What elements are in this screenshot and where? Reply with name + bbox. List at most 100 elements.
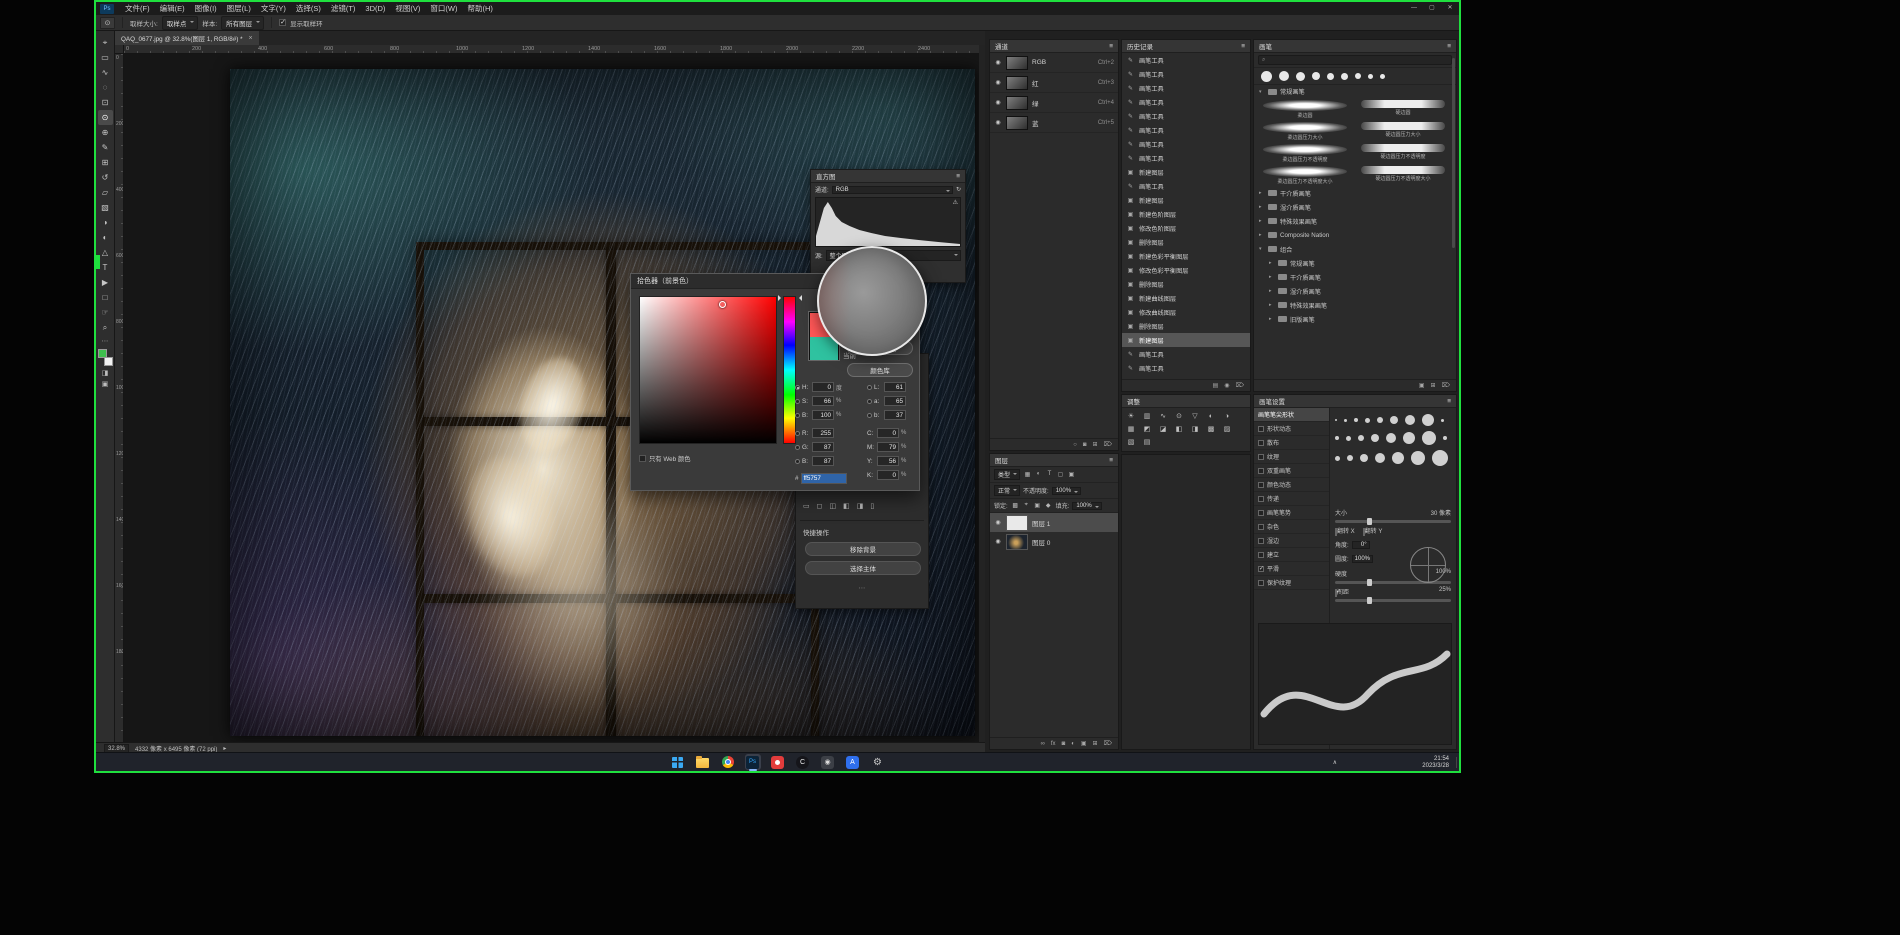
layers-footer-icon[interactable]: ⊞: [1092, 738, 1097, 750]
channels-panel-tab[interactable]: 通道: [995, 41, 1008, 51]
adjustment-icon[interactable]: ◑: [1223, 412, 1231, 421]
brush-folder-row[interactable]: ▸ 湿介质画笔: [1254, 200, 1456, 214]
brush-folder-row[interactable]: ▸ 干介质画笔: [1254, 186, 1456, 200]
brush-tip-thumbnail[interactable]: [1422, 414, 1434, 426]
close-tab-icon[interactable]: ×: [249, 35, 253, 42]
dodge-tool[interactable]: ◐: [98, 230, 113, 245]
lock-icon[interactable]: ⌖: [1022, 502, 1031, 509]
crop-tool[interactable]: ⊡: [98, 95, 113, 110]
panel-menu-icon[interactable]: ≡: [1241, 43, 1245, 50]
adjustment-icon[interactable]: ▥: [1143, 412, 1151, 421]
expand-arrow-icon[interactable]: ▸: [1259, 218, 1265, 224]
hue-slider-marker[interactable]: [778, 295, 784, 301]
brush-tip-thumbnail[interactable]: [1335, 419, 1337, 421]
history-step[interactable]: ▣ 新建图层: [1122, 333, 1250, 347]
history-step[interactable]: ✎ 画笔工具: [1122, 95, 1250, 109]
brush-tip-thumbnail[interactable]: [1335, 436, 1339, 440]
brush-option-checkbox[interactable]: [1258, 538, 1264, 544]
radio-button[interactable]: [795, 399, 800, 404]
start-button[interactable]: [670, 754, 686, 770]
history-step[interactable]: ▣ 删除图层: [1122, 277, 1250, 291]
brush-option-row[interactable]: 颜色动态: [1254, 478, 1329, 492]
brush-option-row[interactable]: 保护纹理: [1254, 576, 1329, 590]
brush-preset[interactable]: 硬边圆压力大小: [1354, 120, 1452, 142]
channel-row[interactable]: ◉ 绿 Ctrl+4: [990, 93, 1118, 113]
brushes-footer-icon[interactable]: ▣: [1419, 380, 1425, 392]
recent-brush-thumbnail[interactable]: [1312, 72, 1320, 80]
layer-filter-dropdown[interactable]: 类型: [994, 469, 1020, 480]
expand-arrow-icon[interactable]: ▾: [1259, 246, 1265, 252]
size-slider[interactable]: [1335, 520, 1451, 523]
layer-filter-icon[interactable]: ◐: [1034, 471, 1043, 478]
lock-icon[interactable]: ▣: [1033, 502, 1042, 509]
history-footer-icon[interactable]: ⌦: [1236, 380, 1244, 392]
layer-thumbnail[interactable]: [1006, 515, 1028, 531]
recent-brush-thumbnail[interactable]: [1368, 74, 1373, 79]
menu-item[interactable]: 3D(D): [360, 2, 390, 15]
remove-background-button[interactable]: 移除背景: [805, 542, 921, 556]
brush-tip-thumbnail[interactable]: [1405, 415, 1415, 425]
adjustments-panel-tab[interactable]: 调整: [1127, 396, 1140, 406]
adjustment-icon[interactable]: ☀: [1127, 412, 1135, 421]
histogram-channel-dropdown[interactable]: RGB: [832, 186, 953, 194]
menu-item[interactable]: 选择(S): [291, 2, 326, 15]
history-step[interactable]: ✎ 画笔工具: [1122, 179, 1250, 193]
brush-tip-thumbnail[interactable]: [1411, 451, 1425, 465]
eyedropper-icon[interactable]: ⊙: [100, 17, 115, 29]
channels-footer-icon[interactable]: ⌦: [1104, 439, 1112, 451]
panel-menu-icon[interactable]: ≡: [1109, 457, 1113, 464]
brush-option-row[interactable]: 散布: [1254, 436, 1329, 450]
brush-tip-thumbnail[interactable]: [1392, 452, 1404, 464]
properties-icon[interactable]: ◨: [857, 502, 864, 510]
layer-row[interactable]: ◉ 图层 0: [990, 532, 1118, 551]
layers-footer-icon[interactable]: ▣: [1081, 738, 1087, 750]
hue-slider-marker[interactable]: [796, 295, 802, 301]
menu-item[interactable]: 图层(L): [222, 2, 256, 15]
brush-tip-thumbnail[interactable]: [1390, 416, 1398, 424]
color-value-input[interactable]: 61: [884, 382, 906, 392]
channels-footer-icon[interactable]: ○: [1073, 439, 1077, 451]
foreground-color-swatch[interactable]: [98, 349, 107, 358]
history-step[interactable]: ▣ 修改曲线图层: [1122, 305, 1250, 319]
history-footer-icon[interactable]: ◉: [1224, 380, 1229, 392]
color-value-input[interactable]: 0: [877, 470, 899, 480]
eraser-tool[interactable]: ▱: [98, 185, 113, 200]
history-step[interactable]: ✎ 画笔工具: [1122, 347, 1250, 361]
adjustment-icon[interactable]: ◩: [1143, 425, 1151, 434]
recent-brush-thumbnail[interactable]: [1327, 73, 1334, 80]
history-step[interactable]: ▣ 修改色彩平衡图层: [1122, 263, 1250, 277]
brush-tip-thumbnail[interactable]: [1403, 432, 1415, 444]
spacing-slider[interactable]: [1335, 599, 1451, 602]
brush-tip-thumbnail[interactable]: [1375, 453, 1385, 463]
color-value-input[interactable]: 37: [884, 410, 906, 420]
web-colors-checkbox[interactable]: [639, 455, 646, 462]
brush-option-checkbox[interactable]: [1258, 566, 1264, 572]
radio-button[interactable]: [867, 399, 872, 404]
expand-arrow-icon[interactable]: ▸: [1269, 288, 1275, 294]
select-subject-button[interactable]: 选择主体: [805, 561, 921, 575]
adjustment-icon[interactable]: ∿: [1159, 412, 1167, 421]
eyedropper-tool[interactable]: ⊙: [98, 110, 113, 125]
expand-arrow-icon[interactable]: ▸: [1269, 274, 1275, 280]
brush-tip-thumbnail[interactable]: [1377, 417, 1383, 423]
brush-option-checkbox[interactable]: [1258, 524, 1264, 530]
menu-item[interactable]: 滤镜(T): [326, 2, 361, 15]
expand-arrow-icon[interactable]: ▸: [1269, 302, 1275, 308]
adjustment-icon[interactable]: ▩: [1207, 425, 1215, 434]
history-step[interactable]: ✎ 画笔工具: [1122, 53, 1250, 67]
brush-option-checkbox[interactable]: [1258, 440, 1264, 446]
opacity-dropdown[interactable]: 100%: [1052, 487, 1081, 495]
history-step[interactable]: ▣ 新建色阶图层: [1122, 207, 1250, 221]
brush-folder-row[interactable]: ▸ 常规画笔: [1254, 256, 1456, 270]
recent-brush-thumbnail[interactable]: [1355, 73, 1361, 79]
visibility-eye-icon[interactable]: ◉: [994, 59, 1002, 66]
history-step[interactable]: ▣ 删除图层: [1122, 319, 1250, 333]
color-cursor[interactable]: [719, 301, 726, 308]
color-value-input[interactable]: 79: [877, 442, 899, 452]
history-step[interactable]: ✎ 画笔工具: [1122, 81, 1250, 95]
radio-button[interactable]: [867, 385, 872, 390]
lasso-tool[interactable]: ∿: [98, 65, 113, 80]
properties-icon[interactable]: ◧: [843, 502, 850, 510]
brush-folder-row[interactable]: ▸ 旧版画笔: [1254, 312, 1456, 326]
brush-option-checkbox[interactable]: [1258, 482, 1264, 488]
